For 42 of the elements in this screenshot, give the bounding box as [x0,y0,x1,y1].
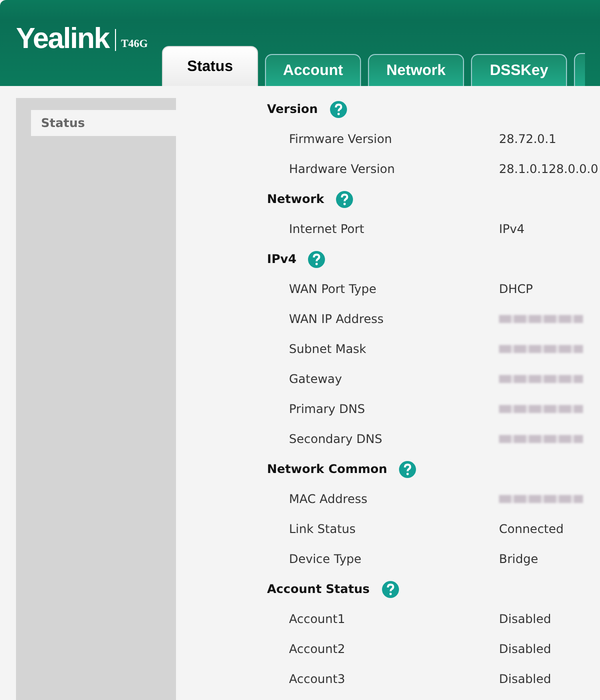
field-label: Hardware Version [288,162,396,176]
nav-tab[interactable]: DSSKey [471,54,567,86]
field-label: Link Status [288,522,357,536]
nav-tab[interactable]: Account [265,54,361,86]
partial-tab[interactable] [574,53,585,86]
nav-tab[interactable]: Network [368,54,464,86]
field-label: Primary DNS [288,402,366,416]
field-label: Gateway [288,372,344,386]
field-label: Firmware Version [288,132,393,146]
section-title: Account Status [267,582,370,596]
field-label: Account2 [288,642,346,656]
field-value: 28.72.0.1 [499,132,556,146]
field-value: Disabled [499,612,552,626]
nav-tab[interactable]: Status [162,46,258,86]
section-title: Network Common [267,462,388,476]
brand-logo: Yealink [16,23,109,56]
field-value: IPv4 [499,222,525,236]
help-icon[interactable] [336,190,354,208]
field-label: WAN IP Address [288,312,385,326]
section-title: Network [267,192,324,206]
help-icon[interactable] [399,460,416,478]
field-value: Bridge [499,552,538,566]
field-value: Disabled [499,642,552,656]
field-label: MAC Address [288,492,368,506]
help-icon[interactable] [382,580,399,598]
help-icon[interactable] [308,250,326,268]
field-label: Device Type [288,552,362,566]
help-icon[interactable] [330,100,347,118]
field-label: WAN Port Type [288,282,378,296]
field-label: Secondary DNS [288,432,384,446]
field-label: Internet Port [288,222,366,236]
field-value: 28.1.0.128.0.0.0 [499,162,598,176]
field-label: Account3 [288,672,346,686]
field-label: Account1 [288,612,346,626]
sidebar-item[interactable]: Status [31,110,176,136]
field-value: DHCP [499,282,533,296]
field-value: Disabled [499,672,552,686]
field-value: Connected [499,522,564,536]
model-name: T46G [120,38,148,50]
field-label: Subnet Mask [288,342,368,356]
section-title: Version [267,102,318,116]
section-title: IPv4 [267,252,296,266]
